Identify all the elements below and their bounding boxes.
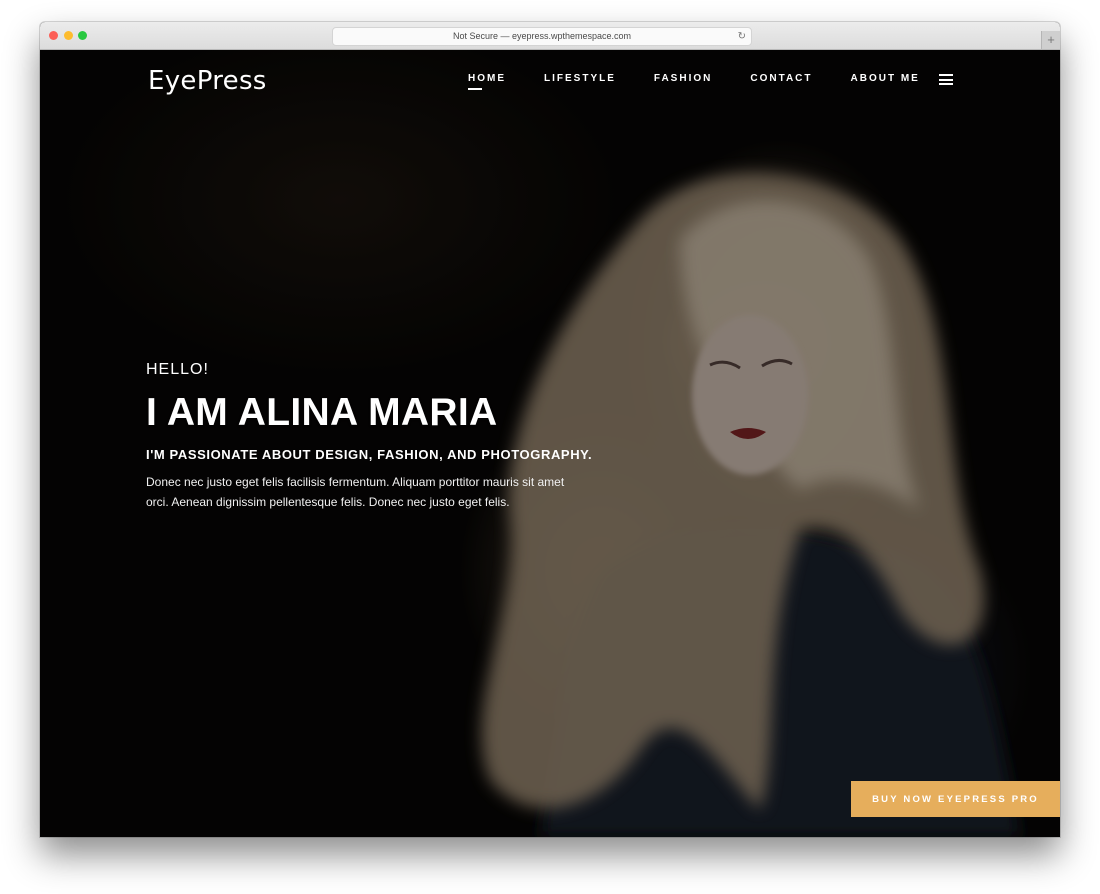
nav-item-home[interactable]: HOME bbox=[468, 73, 506, 90]
close-window-button[interactable] bbox=[49, 31, 58, 40]
hero-text: HELLO! I AM ALINA MARIA I'M PASSIONATE A… bbox=[146, 361, 592, 512]
maximize-window-button[interactable] bbox=[78, 31, 87, 40]
hero-title: I AM ALINA MARIA bbox=[146, 391, 498, 434]
main-nav: HOME LIFESTYLE FASHION CONTACT ABOUT ME bbox=[468, 73, 958, 90]
hero-description: Donec nec justo eget felis facilisis fer… bbox=[146, 475, 565, 509]
nav-item-lifestyle[interactable]: LIFESTYLE bbox=[544, 73, 616, 84]
buy-now-button[interactable]: BUY NOW EYEPRESS PRO bbox=[851, 781, 1060, 817]
reload-icon[interactable]: ↻ bbox=[738, 28, 746, 45]
new-tab-button[interactable]: + bbox=[1041, 31, 1060, 49]
browser-titlebar: Not Secure — eyepress.wpthemespace.com ↻… bbox=[40, 22, 1060, 50]
nav-item-contact[interactable]: CONTACT bbox=[750, 73, 812, 84]
nav-item-about-me[interactable]: ABOUT ME bbox=[851, 73, 920, 84]
site-logo[interactable]: EyePress bbox=[148, 66, 267, 96]
site-header: EyePress HOME LIFESTYLE FASHION CONTACT … bbox=[40, 50, 1060, 110]
hero-greeting: HELLO! bbox=[146, 361, 209, 378]
nav-item-fashion[interactable]: FASHION bbox=[654, 73, 712, 84]
hero-subtitle: I'M PASSIONATE ABOUT DESIGN, FASHION, AN… bbox=[146, 447, 593, 462]
browser-window: Not Secure — eyepress.wpthemespace.com ↻… bbox=[40, 22, 1060, 837]
minimize-window-button[interactable] bbox=[64, 31, 73, 40]
hamburger-menu-icon[interactable] bbox=[939, 74, 953, 85]
address-text: Not Secure — eyepress.wpthemespace.com bbox=[452, 31, 632, 41]
hero-section: EyePress HOME LIFESTYLE FASHION CONTACT … bbox=[40, 50, 1060, 837]
address-bar[interactable]: Not Secure — eyepress.wpthemespace.com ↻ bbox=[332, 27, 752, 46]
